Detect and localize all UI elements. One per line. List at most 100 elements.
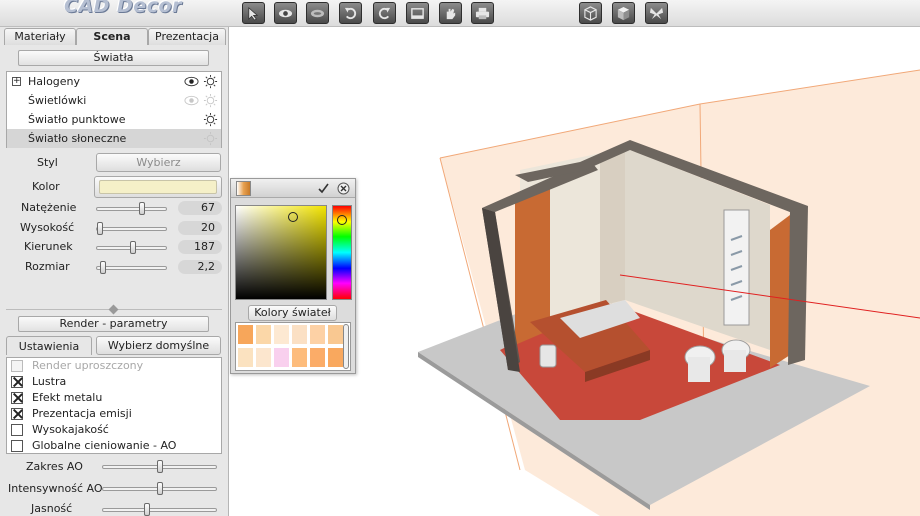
checkbox[interactable] xyxy=(11,360,23,372)
ao-range-slider-thumb[interactable] xyxy=(156,460,163,473)
brightness-slider[interactable] xyxy=(102,503,217,516)
checkbox[interactable] xyxy=(11,440,23,452)
saturation-brightness-area[interactable] xyxy=(235,205,327,300)
option-mirrors[interactable]: Lustra xyxy=(7,374,221,390)
undo-button[interactable] xyxy=(339,2,362,24)
color-field[interactable] xyxy=(94,176,222,198)
left-panel: Materiały Scena Prezentacja Światła + Ha… xyxy=(0,27,229,516)
palette-color-swatch[interactable] xyxy=(273,324,290,345)
wireframe-view-button[interactable] xyxy=(579,2,602,24)
option-high-quality[interactable]: Wysokajakość xyxy=(7,422,221,438)
palette-color-swatch[interactable] xyxy=(327,347,344,368)
tab-render-settings[interactable]: Ustawienia xyxy=(6,336,92,355)
bulb-icon[interactable] xyxy=(203,131,218,146)
intensity-slider[interactable] xyxy=(96,202,167,215)
light-item-point[interactable]: Światło punktowe xyxy=(7,110,221,129)
palette-scrollbar[interactable] xyxy=(343,324,349,369)
light-item-halogens[interactable]: + Halogeny xyxy=(7,72,221,91)
butterfly-icon xyxy=(649,7,664,19)
solid-view-button[interactable] xyxy=(612,2,635,24)
intensity-slider-thumb[interactable] xyxy=(139,202,146,215)
option-simplified-render[interactable]: Render uproszczony xyxy=(7,358,221,374)
pan-button[interactable] xyxy=(439,2,462,24)
size-slider[interactable] xyxy=(96,261,167,274)
direction-label: Kierunek xyxy=(24,240,73,253)
splitter-handle[interactable] xyxy=(108,304,119,315)
print-button[interactable] xyxy=(471,2,494,24)
tiled-wall-right xyxy=(770,215,790,368)
bulb-icon[interactable] xyxy=(203,74,218,89)
palette-color-swatch[interactable] xyxy=(309,347,326,368)
palette-color-swatch[interactable] xyxy=(255,324,272,345)
hue-slider-thumb[interactable] xyxy=(337,215,347,225)
hide-button[interactable] xyxy=(306,2,329,24)
palette-color-swatch[interactable] xyxy=(273,347,290,368)
lights-section-title: Światła xyxy=(18,50,209,66)
select-tool-button[interactable] xyxy=(242,2,265,24)
tab-presentation[interactable]: Prezentacja xyxy=(148,28,226,45)
direction-slider-thumb[interactable] xyxy=(129,241,136,254)
intensity-value[interactable]: 67 xyxy=(178,201,222,215)
palette-color-swatch[interactable] xyxy=(327,324,344,345)
lights-list: + Halogeny Świetlówki Światło punktowe Ś… xyxy=(6,71,222,148)
option-label: Prezentacja emisji xyxy=(32,407,132,420)
palette-color-swatch[interactable] xyxy=(237,347,254,368)
wall-front-right xyxy=(788,206,808,365)
palette-color-swatch[interactable] xyxy=(291,347,308,368)
ao-intensity-slider[interactable] xyxy=(102,482,217,495)
render-options-list: Render uproszczony Lustra Efekt metalu P… xyxy=(6,357,222,454)
close-icon[interactable] xyxy=(337,182,350,195)
height-value[interactable]: 20 xyxy=(178,221,222,235)
tab-materials[interactable]: Materiały xyxy=(4,28,76,45)
option-metal-effect[interactable]: Efekt metalu xyxy=(7,390,221,406)
redo-icon xyxy=(378,7,391,19)
ao-range-slider[interactable] xyxy=(102,460,217,473)
expand-icon[interactable]: + xyxy=(12,77,21,86)
direction-value[interactable]: 187 xyxy=(178,240,222,254)
tab-scene[interactable]: Scena xyxy=(76,28,148,45)
height-slider-thumb[interactable] xyxy=(97,222,103,235)
color-picker-header[interactable] xyxy=(231,179,355,198)
bulb-icon[interactable] xyxy=(203,93,218,108)
palette-color-swatch[interactable] xyxy=(291,324,308,345)
option-global-ao[interactable]: Globalne cieniowanie - AO xyxy=(7,438,221,454)
eye-icon[interactable] xyxy=(184,95,199,106)
select-icon xyxy=(248,6,259,21)
hue-slider[interactable] xyxy=(332,205,352,300)
palette-color-swatch[interactable] xyxy=(237,324,254,345)
size-value[interactable]: 2,2 xyxy=(178,260,222,274)
window-button[interactable] xyxy=(406,2,429,24)
app-logo: CAD Decor xyxy=(64,0,182,17)
brightness-slider-thumb[interactable] xyxy=(143,503,150,516)
style-choose-button[interactable]: Wybierz xyxy=(96,153,221,172)
light-item-sun[interactable]: Światło słoneczne xyxy=(7,129,221,148)
check-icon[interactable] xyxy=(317,182,330,195)
light-color-palette xyxy=(235,322,351,371)
checkbox[interactable] xyxy=(11,408,23,420)
checkbox[interactable] xyxy=(11,376,23,388)
color-picker-cursor[interactable] xyxy=(288,212,298,222)
bulb-icon[interactable] xyxy=(203,112,218,127)
eye-icon[interactable] xyxy=(184,76,199,87)
palette-color-swatch[interactable] xyxy=(255,347,272,368)
checkbox[interactable] xyxy=(11,424,23,436)
option-emission[interactable]: Prezentacja emisji xyxy=(7,406,221,422)
palette-color-swatch[interactable] xyxy=(309,324,326,345)
light-item-label: Światło słoneczne xyxy=(28,132,127,145)
render-view-button[interactable] xyxy=(645,2,668,24)
color-picker-popup: Kolory świateł xyxy=(230,178,356,374)
height-slider[interactable] xyxy=(96,222,167,235)
choose-defaults-button[interactable]: Wybierz domyślne xyxy=(96,336,221,355)
size-slider-thumb[interactable] xyxy=(100,261,107,274)
print-icon xyxy=(475,7,490,19)
redo-button[interactable] xyxy=(373,2,396,24)
eye-icon xyxy=(278,9,293,17)
checkbox[interactable] xyxy=(11,392,23,404)
brightness-label: Jasność xyxy=(31,502,73,515)
light-item-fluorescent[interactable]: Świetlówki xyxy=(7,91,221,110)
show-button[interactable] xyxy=(274,2,297,24)
direction-slider[interactable] xyxy=(96,241,167,254)
ao-intensity-slider-thumb[interactable] xyxy=(156,482,163,495)
bin xyxy=(539,344,557,368)
light-colors-button[interactable]: Kolory świateł xyxy=(248,305,337,321)
